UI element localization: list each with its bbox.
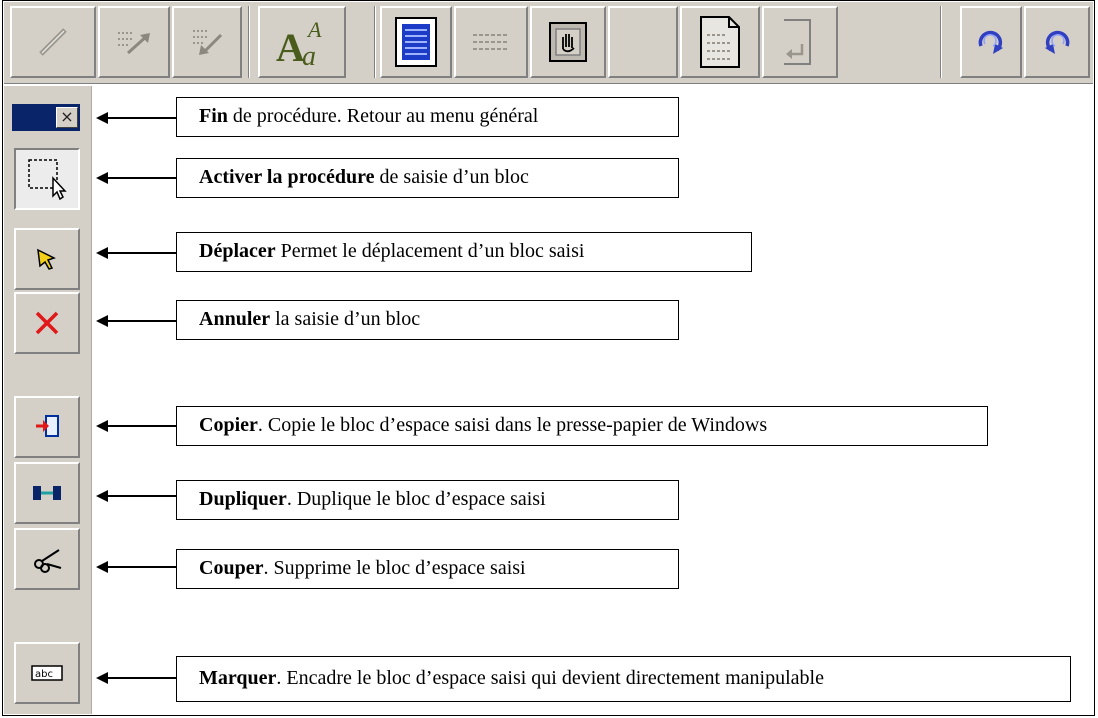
toolbar-separator (940, 6, 942, 78)
document-button[interactable] (380, 6, 452, 78)
arrow-fin (96, 110, 176, 126)
callout-keyword: Déplacer (199, 240, 276, 262)
document-icon (395, 17, 437, 67)
callout-description: la saisie d’un bloc (270, 308, 421, 330)
red-x-icon (35, 311, 59, 335)
page-icon (700, 16, 740, 68)
svg-text:A: A (306, 17, 322, 42)
arrow-deplacer (96, 245, 176, 261)
blank-button[interactable] (608, 6, 678, 78)
arrow-couper (96, 559, 176, 575)
callout-annuler: Annuler la saisie d’un bloc (176, 300, 679, 340)
toolbar-separator (248, 6, 250, 78)
callout-description: de procédure. Retour au menu général (227, 105, 539, 127)
toolbar-separator (374, 6, 376, 78)
callout-fin: Fin de procédure. Retour au menu général (176, 97, 679, 137)
import-left-icon (193, 30, 223, 55)
rotate-left-button[interactable] (1024, 6, 1090, 78)
callout-marquer: Marquer. Encadre le bloc d’espace saisi … (176, 656, 1071, 702)
callout-activer: Activer la procédure de saisie d’un bloc (176, 158, 679, 198)
cut-button[interactable] (14, 528, 80, 590)
font-button[interactable]: A a A (258, 6, 346, 78)
callout-copier: Copier. Copie le bloc d’espace saisi dan… (176, 406, 988, 446)
callout-description: . Duplique le bloc d’espace saisi (286, 488, 546, 510)
arrow-dupliquer (96, 488, 176, 504)
mark-button[interactable]: abc (14, 642, 80, 704)
move-button[interactable] (14, 228, 80, 290)
page-return-icon (784, 19, 811, 65)
callout-keyword: Dupliquer (199, 488, 287, 510)
callout-keyword: Marquer (199, 667, 277, 689)
callout-dupliquer: Dupliquer. Duplique le bloc d’espace sai… (176, 480, 679, 520)
copy-icon (36, 415, 59, 437)
arrow-annuler (96, 313, 176, 329)
rotate-right-button[interactable] (960, 6, 1022, 78)
cancel-button[interactable] (14, 292, 80, 354)
close-icon: × (60, 107, 74, 126)
move-arrow-icon (37, 248, 56, 270)
close-button[interactable]: × (56, 107, 78, 128)
callout-description: . Supprime le bloc d’espace saisi (263, 557, 526, 579)
lines-button[interactable] (454, 6, 528, 78)
lines-icon (473, 34, 509, 50)
pencil-icon (39, 28, 67, 56)
callout-keyword: Activer la procédure (199, 166, 375, 188)
arrow-copier (96, 418, 176, 434)
svg-text:A: A (276, 25, 305, 69)
export-right-button[interactable] (98, 6, 170, 78)
duplicate-button[interactable] (14, 462, 80, 524)
scissors-icon (34, 549, 62, 573)
duplicate-icon (33, 486, 61, 500)
select-block-icon (28, 159, 67, 201)
page-return-button[interactable] (762, 6, 838, 78)
callout-description: de saisie d’un bloc (374, 166, 529, 188)
svg-text:abc: abc (35, 669, 53, 680)
pencil-button[interactable] (10, 6, 96, 78)
callout-description: . Copie le bloc d’espace saisi dans le p… (257, 414, 768, 436)
callout-keyword: Couper (199, 557, 264, 579)
abc-icon: abc (31, 665, 63, 681)
export-right-icon (118, 32, 150, 55)
callout-couper: Couper. Supprime le bloc d’espace saisi (176, 549, 679, 589)
select-block-button[interactable] (14, 148, 80, 210)
copy-button[interactable] (14, 396, 80, 458)
arrow-activer (96, 170, 176, 186)
svg-text:a: a (302, 41, 316, 69)
font-icon: A a A (276, 17, 322, 69)
hand-icon (549, 22, 587, 62)
hand-button[interactable] (530, 6, 606, 78)
page-button[interactable] (680, 6, 760, 78)
callout-keyword: Fin (199, 105, 228, 127)
arrow-marquer (96, 670, 176, 686)
import-left-button[interactable] (172, 6, 242, 78)
rotate-right-icon (978, 30, 1003, 54)
callout-keyword: Annuler (199, 308, 271, 330)
callout-deplacer: Déplacer Permet le déplacement d’un bloc… (176, 232, 752, 272)
callout-description: Permet le déplacement d’un bloc saisi (275, 240, 585, 262)
callout-description: . Encadre le bloc d’espace saisi qui dev… (276, 667, 824, 689)
callout-keyword: Copier (199, 414, 258, 436)
rotate-left-icon (1045, 30, 1070, 54)
